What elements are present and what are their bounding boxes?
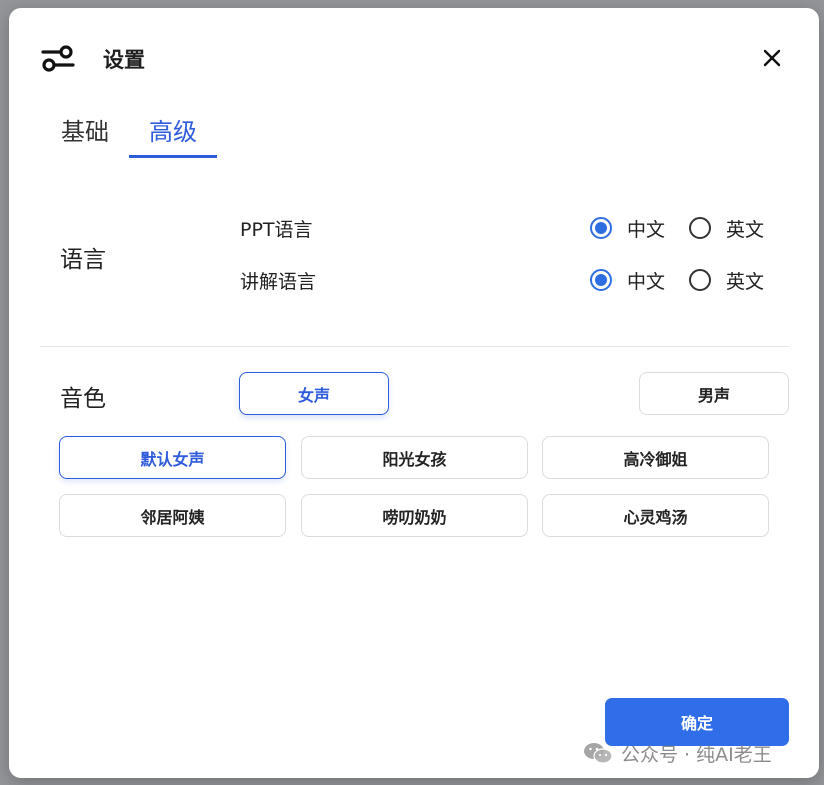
ppt-language-english-radio[interactable]: 英文 [689, 215, 764, 242]
close-button[interactable] [757, 45, 787, 75]
narration-language-chinese-radio[interactable]: 中文 [590, 267, 665, 294]
settings-sliders-icon [41, 45, 75, 73]
close-icon [763, 49, 781, 71]
language-section-label: 语言 [60, 247, 106, 273]
voice-preset-button[interactable]: 心灵鸡汤 [542, 494, 769, 537]
tab-advanced[interactable]: 高级 [129, 108, 217, 158]
radio-checked-icon [590, 269, 612, 291]
radio-checked-icon [590, 217, 612, 239]
voice-preset-button[interactable]: 阳光女孩 [301, 436, 528, 479]
radio-unchecked-icon [689, 217, 712, 239]
section-divider [40, 346, 789, 347]
watermark: 公众号 · 纯AI老王 [583, 738, 772, 768]
dialog-header: 设置 [41, 42, 145, 76]
tab-bar: 基础 高级 [41, 108, 217, 160]
voice-preset-button[interactable]: 邻居阿姨 [59, 494, 286, 537]
dialog-title: 设置 [103, 48, 145, 72]
ppt-language-chinese-radio[interactable]: 中文 [590, 215, 665, 242]
ppt-language-radio-group: 中文 英文 [590, 215, 764, 242]
voice-preset-button[interactable]: 高冷御姐 [542, 436, 769, 479]
radio-unchecked-icon [689, 269, 712, 291]
voice-section-label: 音色 [60, 386, 106, 412]
settings-dialog: 设置 基础 高级 语言 PPT语言 中文 英文 讲解语言 中文 英文 音色 女声… [9, 8, 819, 778]
ppt-language-row: PPT语言 中文 英文 [240, 211, 780, 245]
wechat-icon [583, 741, 613, 765]
voice-preset-button[interactable]: 唠叨奶奶 [301, 494, 528, 537]
narration-language-radio-group: 中文 英文 [590, 267, 764, 294]
voice-preset-button[interactable]: 默认女声 [59, 436, 286, 479]
narration-language-english-radio[interactable]: 英文 [689, 267, 764, 294]
narration-language-label: 讲解语言 [240, 270, 317, 293]
tab-basic[interactable]: 基础 [41, 108, 129, 158]
watermark-text: 公众号 · 纯AI老王 [621, 743, 772, 766]
narration-language-row: 讲解语言 中文 英文 [240, 263, 780, 297]
ppt-language-label: PPT语言 [240, 218, 313, 241]
female-voice-button[interactable]: 女声 [239, 372, 389, 415]
male-voice-button[interactable]: 男声 [639, 372, 789, 415]
